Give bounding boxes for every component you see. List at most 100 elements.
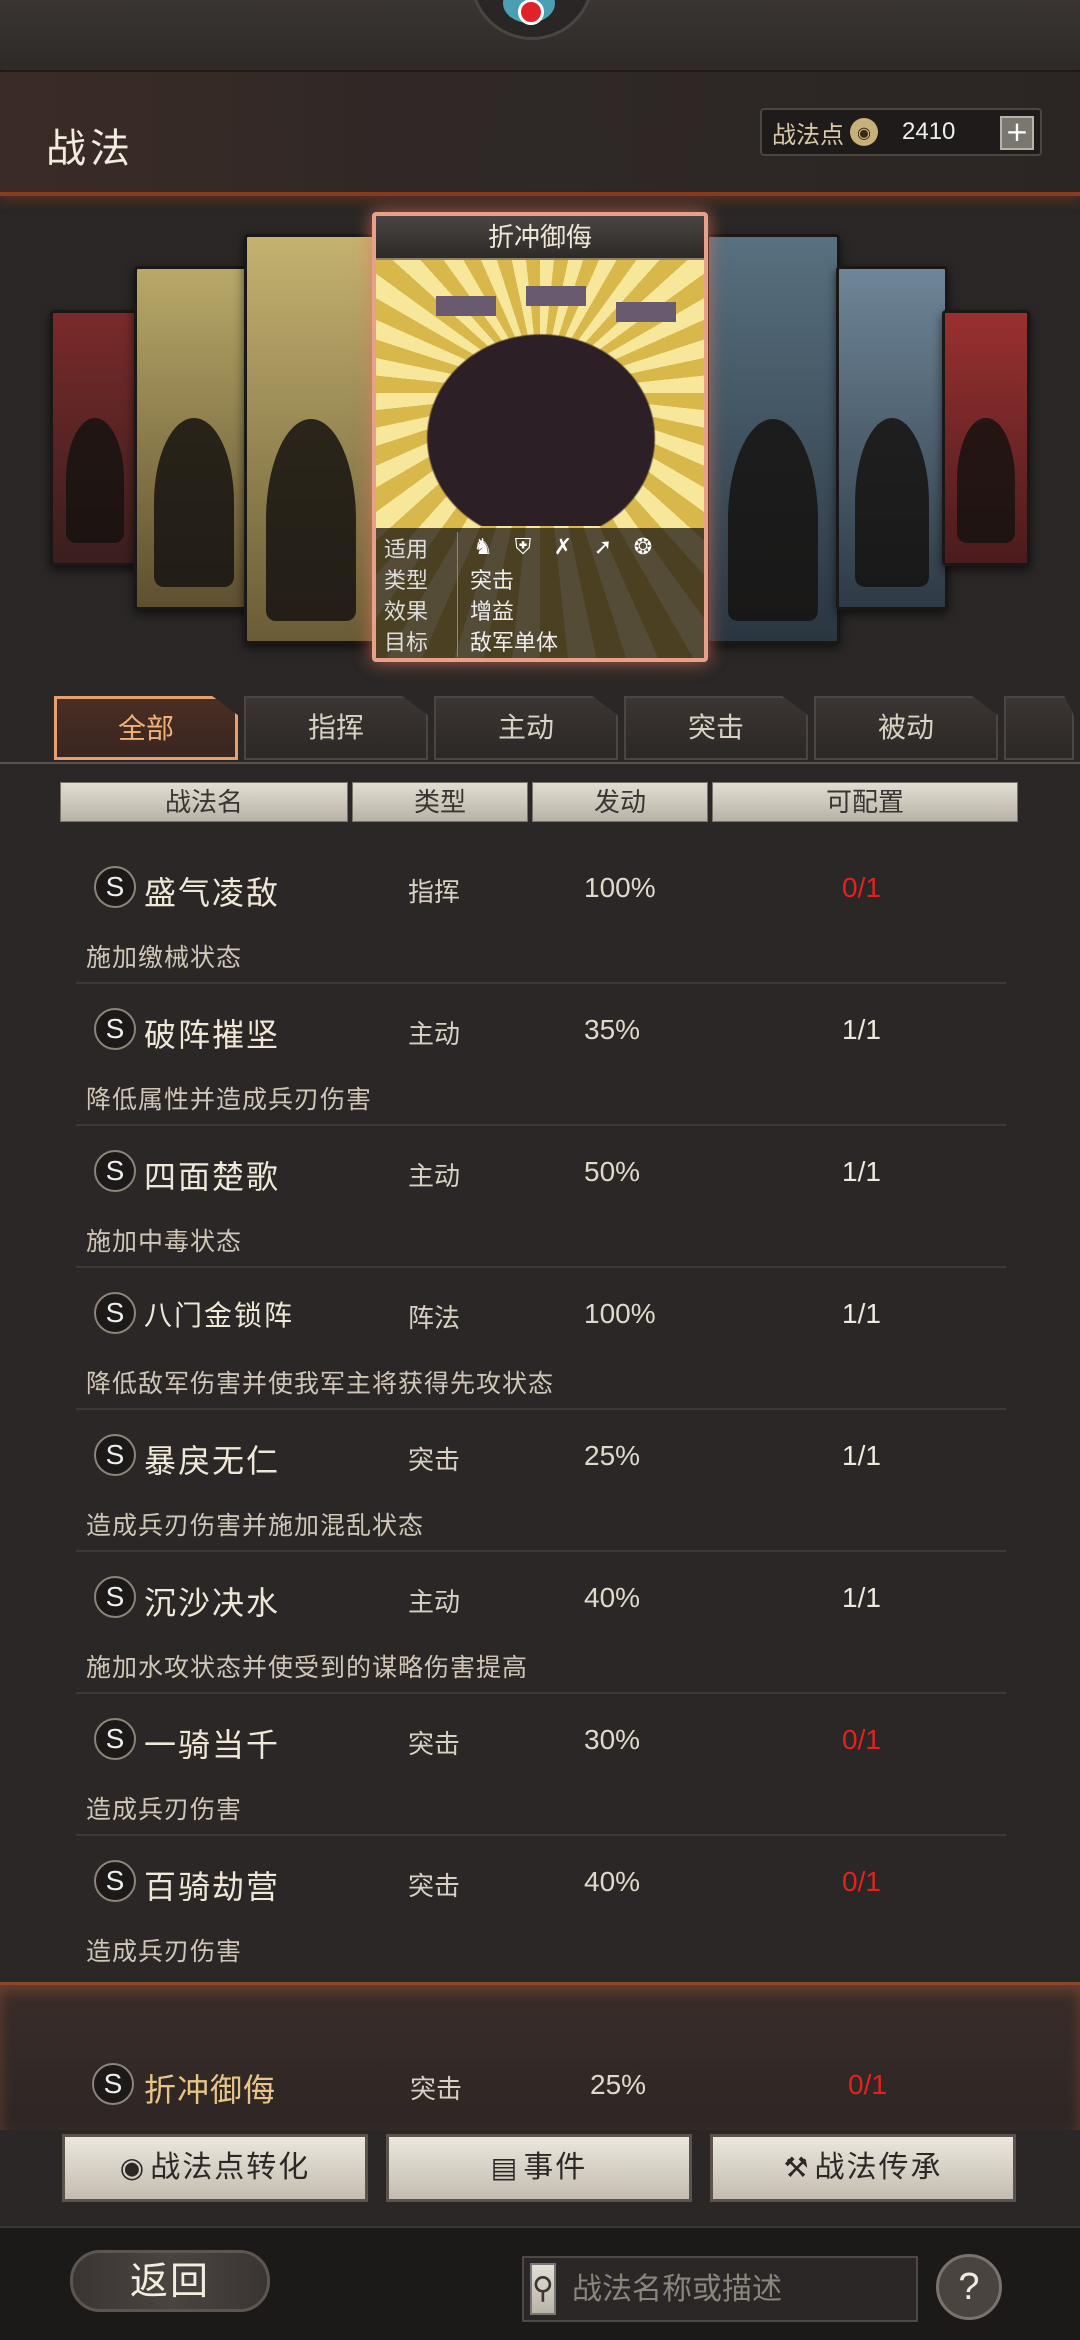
tab-command[interactable]: 指挥 [244, 696, 428, 760]
add-points-button[interactable]: + [1000, 116, 1034, 150]
tactic-desc: 施加缴械状态 [86, 943, 243, 972]
page-title: 战法 [46, 126, 134, 172]
tactic-rate: 40% [584, 1582, 641, 1613]
cavalry-icon: ♞ [473, 534, 493, 560]
notification-dot [518, 0, 544, 25]
tactic-name: 八门金锁阵 [144, 1299, 295, 1332]
info-key: 适用 [384, 531, 458, 564]
tactic-name: 盛气凌敌 [144, 874, 281, 912]
list-item[interactable]: S 百骑劫营 突击 40% 0/1 造成兵刃伤害 [76, 1836, 1006, 1978]
tactic-type: 阵法 [408, 1304, 461, 1334]
scroll-icon: ▤ [490, 2151, 520, 2184]
button-label: 战法点转化 [150, 2150, 311, 2185]
help-button[interactable]: ? [936, 2254, 1002, 2320]
button-label: 战法传承 [814, 2150, 943, 2185]
info-row-type: 类型 突击 [384, 562, 696, 595]
side-card[interactable] [244, 234, 378, 644]
side-card[interactable] [836, 266, 948, 610]
tactic-config: 0/1 [842, 1866, 881, 1897]
col-header-type[interactable]: 类型 [352, 782, 528, 822]
tab-assault[interactable]: 突击 [624, 696, 808, 760]
list-item[interactable]: S 盛气凌敌 指挥 100% 0/1 施加缴械状态 [76, 842, 1006, 984]
tactic-desc: 造成兵刃伤害并施加混乱状态 [86, 1511, 425, 1540]
info-key: 类型 [384, 562, 458, 595]
col-header-name[interactable]: 战法名 [60, 782, 348, 822]
back-button[interactable]: 返回 [70, 2250, 270, 2312]
list-item[interactable]: S 沉沙决水 主动 40% 1/1 施加水攻状态并使受到的谋略伤害提高 [76, 1552, 1006, 1694]
info-value: 敌军单体 [470, 630, 559, 656]
events-button[interactable]: ▤ 事件 [386, 2134, 692, 2202]
side-card[interactable] [50, 310, 140, 566]
col-header-rate[interactable]: 发动 [532, 782, 708, 822]
page-header: 战法 战法点 ◉ 2410 + [0, 72, 1080, 196]
side-card[interactable] [706, 234, 840, 644]
points-label: 战法点 [772, 120, 844, 149]
list-item[interactable]: S 破阵摧坚 主动 35% 1/1 降低属性并造成兵刃伤害 [76, 984, 1006, 1126]
tactic-config: 0/1 [842, 1724, 881, 1755]
silhouette-image [854, 418, 930, 587]
grade-badge: S [94, 1576, 136, 1618]
tab-more[interactable] [1004, 696, 1074, 760]
tab-passive[interactable]: 被动 [814, 696, 998, 760]
selected-tactic-name: 折冲御侮 [144, 2071, 277, 2109]
tactic-rate: 100% [584, 872, 656, 903]
silhouette-image [154, 418, 234, 587]
col-header-config[interactable]: 可配置 [712, 782, 1018, 822]
selected-tactic-row[interactable]: S 折冲御侮 突击 25% 0/1 [0, 1982, 1080, 2130]
search-input[interactable] [555, 2261, 951, 2317]
side-card[interactable] [942, 310, 1030, 566]
featured-tactic-card[interactable]: 折冲御侮 适用 ♞ ⛨ ✗ ➚ ❂ 类型 突击 效果 增益 目标 敌军单体 [372, 212, 708, 662]
tactic-type: 突击 [408, 1730, 461, 1760]
coin-icon: ◉ [850, 118, 878, 146]
silhouette-image [65, 418, 125, 543]
grade-badge: S [94, 1008, 136, 1050]
cavalry-silhouette-image [396, 306, 686, 526]
column-headers: 战法名 类型 发动 可配置 [60, 782, 1022, 822]
tactic-config: 1/1 [842, 1440, 881, 1471]
tactic-name: 破阵摧坚 [144, 1016, 281, 1054]
tactic-list[interactable]: S 盛气凌敌 指挥 100% 0/1 施加缴械状态 S 破阵摧坚 主动 35% … [76, 842, 1006, 1978]
grade-badge: S [94, 1292, 136, 1334]
selected-tactic-config: 0/1 [848, 2069, 887, 2100]
info-key: 目标 [384, 624, 458, 657]
silhouette-image [266, 419, 356, 621]
list-item[interactable]: S 八门金锁阵 阵法 100% 1/1 降低敌军伤害并使我军主将获得先攻状态 [76, 1268, 1006, 1410]
tactic-type: 突击 [408, 1872, 461, 1902]
convert-points-button[interactable]: ◉ 战法点转化 [62, 2134, 368, 2202]
tactic-name: 暴戾无仁 [144, 1442, 281, 1480]
tactic-desc: 降低敌军伤害并使我军主将获得先攻状态 [86, 1369, 555, 1398]
info-value: 突击 [470, 568, 515, 594]
tactic-type: 主动 [408, 1588, 461, 1618]
bottom-bar: 返回 ⚲ ? [0, 2226, 1080, 2340]
grade-badge: S [94, 1434, 136, 1476]
grade-badge: S [94, 866, 136, 908]
tactic-config: 1/1 [842, 1298, 881, 1329]
tactic-rate: 30% [584, 1724, 641, 1755]
search-icon[interactable]: ⚲ [530, 2263, 556, 2315]
silhouette-image [728, 419, 818, 621]
tactic-name: 百骑劫营 [144, 1868, 281, 1906]
tactic-rate: 100% [584, 1298, 656, 1329]
tab-active[interactable]: 主动 [434, 696, 618, 760]
filter-tabs: 全部 指挥 主动 突击 被动 [54, 696, 1080, 760]
info-key: 效果 [384, 593, 458, 626]
info-row-target: 目标 敌军单体 [384, 624, 696, 657]
list-item[interactable]: S 四面楚歌 主动 50% 1/1 施加中毒状态 [76, 1126, 1006, 1268]
tactic-points-box: 战法点 ◉ 2410 + [760, 108, 1042, 156]
list-item[interactable]: S 暴戾无仁 突击 25% 1/1 造成兵刃伤害并施加混乱状态 [76, 1410, 1006, 1552]
applicable-units: ♞ ⛨ ✗ ➚ ❂ [470, 535, 670, 561]
tactic-desc: 施加中毒状态 [86, 1227, 243, 1256]
inherit-tactic-button[interactable]: ⚒ 战法传承 [710, 2134, 1016, 2202]
featured-card-name: 折冲御侮 [376, 216, 704, 260]
silhouette-image [957, 418, 1015, 543]
grade-badge: S [94, 1150, 136, 1192]
list-item[interactable]: S 一骑当千 突击 30% 0/1 造成兵刃伤害 [76, 1694, 1006, 1836]
tactic-desc: 降低属性并造成兵刃伤害 [86, 1085, 373, 1114]
hammer-icon: ⚒ [783, 2151, 811, 2184]
side-card[interactable] [134, 266, 254, 610]
tab-all[interactable]: 全部 [54, 696, 238, 760]
tactic-card-carousel[interactable]: 折冲御侮 适用 ♞ ⛨ ✗ ➚ ❂ 类型 突击 效果 增益 目标 敌军单体 [0, 200, 1080, 680]
mascot-button[interactable] [470, 0, 594, 40]
tactic-name: 四面楚歌 [144, 1158, 281, 1196]
tactic-desc: 施加水攻状态并使受到的谋略伤害提高 [86, 1653, 529, 1682]
